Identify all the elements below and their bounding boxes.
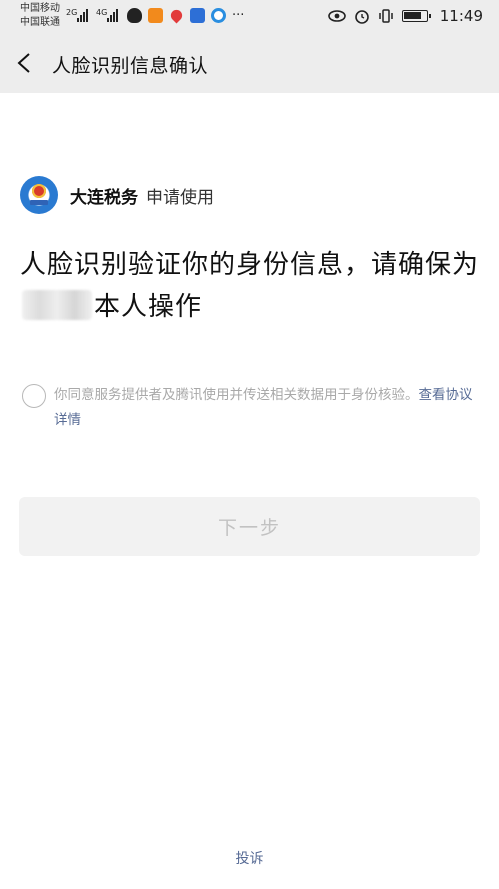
agreement-text: 你同意服务提供者及腾讯使用并传送相关数据用于身份核验。 (54, 387, 419, 403)
app-action: 申请使用 (146, 187, 214, 208)
video-icon (148, 8, 163, 23)
requesting-app: 大连税务 申请使用 (20, 176, 214, 214)
headline: 人脸识别验证你的身份信息，请确保为本人操作 (20, 244, 480, 328)
chevron-left-icon[interactable] (14, 51, 36, 75)
battery-icon (401, 10, 431, 22)
location-pin-icon (168, 7, 185, 24)
status-bar: 中国移动 中国联通 2G 4G ··· 11:49 (0, 0, 499, 34)
agree-checkbox[interactable] (22, 384, 46, 408)
more-notifications-icon: ··· (232, 8, 245, 23)
headline-part1: 人脸识别验证你的身份信息，请确保为 (20, 250, 480, 280)
nav-bar: 人脸识别信息确认 (0, 34, 499, 93)
eye-icon (327, 10, 346, 22)
app-name: 大连税务 (70, 187, 138, 208)
redacted-name (22, 290, 92, 320)
complain-link[interactable]: 投诉 (0, 848, 499, 868)
tax-emblem-icon (20, 176, 58, 214)
alarm-icon (354, 10, 369, 24)
signal-1-icon (77, 9, 88, 22)
carrier-2: 中国联通 (20, 17, 60, 28)
clock: 11:49 (439, 7, 483, 25)
carrier-info: 中国移动 中国联通 (20, 2, 60, 30)
signal-2-icon (107, 9, 118, 22)
browser-icon (211, 8, 226, 23)
headline-part2: 本人操作 (94, 292, 203, 322)
vibrate-icon (379, 9, 393, 23)
page-title: 人脸识别信息确认 (52, 55, 209, 77)
network-type-2: 4G (96, 8, 108, 17)
carrier-1: 中国移动 (20, 3, 60, 14)
next-step-button[interactable]: 下一步 (19, 497, 480, 556)
agreement-text-block: 你同意服务提供者及腾讯使用并传送相关数据用于身份核验。查看协议详情 (54, 383, 484, 433)
qq-icon (127, 8, 142, 23)
news-app-icon (190, 8, 205, 23)
network-type-1: 2G (66, 8, 78, 17)
